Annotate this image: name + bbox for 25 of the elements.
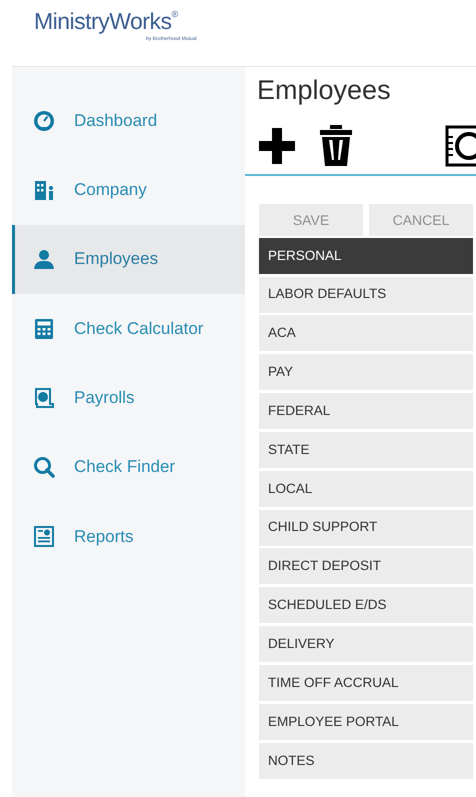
section-tab[interactable]: LABOR DEFAULTS: [259, 276, 473, 313]
section-tab[interactable]: PAY: [259, 354, 473, 390]
section-tab[interactable]: PERSONAL: [259, 238, 473, 274]
calculator-icon: [32, 316, 56, 341]
gauge-icon: [32, 108, 56, 133]
scroll-icon: [32, 386, 56, 410]
section-tab[interactable]: NOTES: [259, 742, 473, 779]
section-tab[interactable]: SCHEDULED E/DS: [259, 587, 473, 624]
section-tab[interactable]: TIME OFF ACCRUAL: [259, 664, 473, 701]
page-title: Employees: [256, 74, 392, 106]
section-tab[interactable]: DIRECT DEPOSIT: [259, 548, 473, 584]
logo: MinistryWorks®: [34, 8, 178, 34]
section-tab[interactable]: LOCAL: [259, 470, 473, 507]
section-tab[interactable]: ACA: [259, 315, 473, 352]
section-tab[interactable]: EMPLOYEE PORTAL: [259, 704, 473, 740]
section-tab[interactable]: CHILD SUPPORT: [259, 510, 473, 546]
trash-icon[interactable]: [319, 124, 353, 167]
section-tab[interactable]: FEDERAL: [259, 393, 473, 430]
search-icon: [32, 455, 56, 480]
report-icon: [32, 524, 56, 548]
section-tab[interactable]: STATE: [259, 432, 473, 468]
sidebar-item[interactable]: Employees: [12, 224, 245, 294]
person-icon: [32, 247, 56, 272]
section-tab[interactable]: DELIVERY: [259, 626, 473, 662]
add-icon[interactable]: [257, 126, 297, 166]
